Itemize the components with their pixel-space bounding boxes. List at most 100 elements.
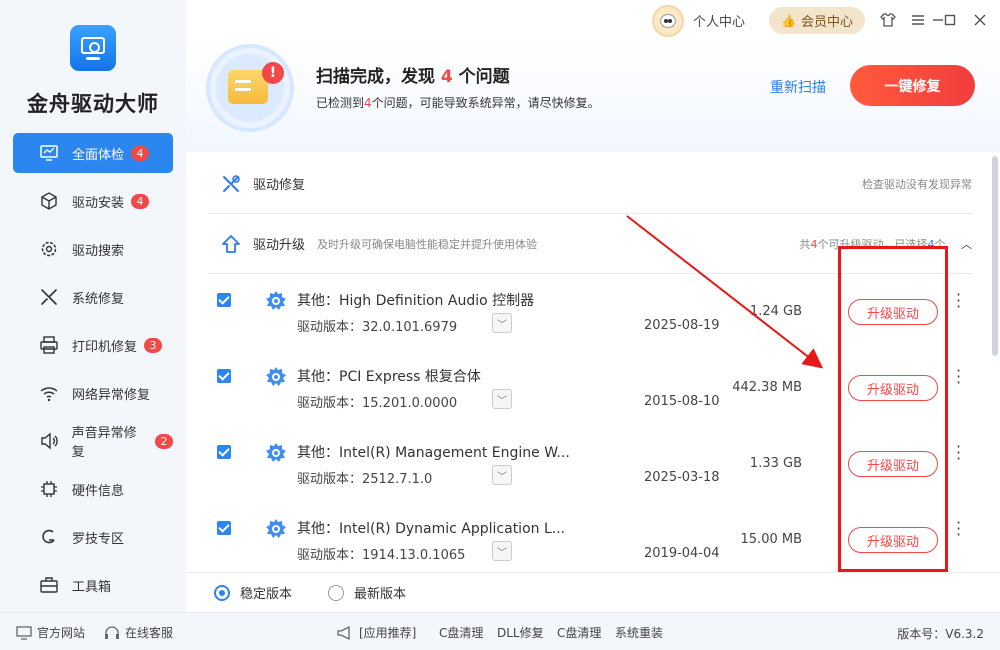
logitech-icon [38,526,60,548]
driver-date: 2025-08-19 [644,318,720,333]
skin-icon[interactable] [878,10,898,30]
user-center-link[interactable]: 个人中心 [693,11,745,30]
maximize-icon[interactable] [940,10,960,30]
footer-link-label: DLL修复 [497,626,544,640]
driver-name: 其他：Intel(R) Dynamic Application L... [297,521,566,537]
driver-upgrade-subtitle: 及时升级可确保电脑性能稳定并提升使用体验 [317,237,538,251]
driver-version: 驱动版本：1914.13.0.1065 [297,548,466,563]
version-dropdown-chevron-icon[interactable]: ﹀ [492,465,512,485]
footer-link-c-clean[interactable]: C盘清理 [439,624,483,641]
sidebar-item-0[interactable]: 全面体检 4 [13,133,173,173]
driver-size: 1.33 GB [749,456,802,471]
footer-link-label: C盘清理 [557,626,602,640]
sidebar-item-label: 系统修复 [72,291,125,307]
driver-repair-title: 驱动修复 [253,178,306,193]
sidebar-item-label: 打印机修复 [72,339,138,355]
scan-description: 已检测到4个问题，可能导致系统异常，请尽快修复。 [316,96,600,110]
footer-link-system-reinstall[interactable]: 系统重装 [615,624,663,641]
count-badge: 4 [131,193,150,209]
scrollbar[interactable] [992,156,998,356]
driver-checkbox[interactable] [217,521,231,535]
footer-link-label: 系统重装 [615,626,664,640]
sidebar-item-8[interactable]: 罗技专区 [13,517,173,557]
driver-date: 2019-04-04 [644,546,720,561]
driver-gear-icon [265,366,287,388]
version-options: 稳定版本 最新版本 [186,572,1000,612]
gear-search-icon [38,238,60,260]
sidebar-item-label: 工具箱 [72,579,112,595]
megaphone-icon [337,625,350,640]
vip-center-button[interactable]: 👍 会员中心 [769,7,865,34]
sidebar-item-7[interactable]: 硬件信息 [13,469,173,509]
sidebar-item-label: 网络异常修复 [72,387,151,403]
count-badge: 2 [155,433,173,449]
driver-checkbox[interactable] [217,369,231,383]
sidebar-item-label: 全面体检 [72,147,125,163]
sidebar-item-1[interactable]: 驱动安装 4 [13,181,173,221]
driver-size: 442.38 MB [732,380,802,395]
version-number: 版本号：V6.3.2 [897,627,984,641]
menu-icon[interactable] [908,10,928,30]
more-options-icon[interactable]: · · · [956,515,962,543]
avatar[interactable] [652,5,684,37]
latest-version-radio[interactable] [328,584,345,601]
footer-link-dll-repair[interactable]: DLL修复 [497,624,544,641]
app-recommend: [应用推荐] [336,624,416,641]
sidebar-item-2[interactable]: 驱动搜索 [13,229,173,269]
version-dropdown-chevron-icon[interactable]: ﹀ [492,541,512,561]
sidebar-item-4[interactable]: 打印机修复 3 [13,325,173,365]
vip-label: 会员中心 [800,15,853,30]
version-dropdown-chevron-icon[interactable]: ﹀ [492,313,512,333]
sidebar: 金舟驱动大师 全面体检 4 驱动安装 4 驱动搜索系统修复打印机修复 3 网络异常修复声音异… [0,0,186,612]
stable-version-radio[interactable] [214,584,230,601]
more-options-icon[interactable]: · · · [956,363,962,391]
chevron-up-icon[interactable]: ︿ [961,238,972,251]
sidebar-item-9[interactable]: 工具箱 [13,565,173,605]
scan-report-icon: ! [206,44,294,132]
sidebar-item-label: 驱动安装 [72,195,125,211]
online-support-link[interactable]: 在线客服 [104,624,173,641]
app-logo-icon [70,25,116,71]
driver-version: 驱动版本：15.201.0.0000 [297,396,458,411]
driver-size: 1.24 GB [749,304,802,319]
count-badge: 3 [144,337,163,353]
rescan-link[interactable]: 重新扫描 [770,77,826,97]
driver-date: 2015-08-10 [644,394,720,409]
driver-gear-icon [265,442,287,464]
close-icon[interactable] [970,10,990,30]
driver-version: 驱动版本：2512.7.1.0 [297,472,433,487]
driver-upgrade-title: 驱动升级 [253,238,306,253]
more-options-icon[interactable]: · · · [956,439,962,467]
official-site-label: 官方网站 [37,626,86,640]
sidebar-item-label: 硬件信息 [72,483,125,499]
sidebar-item-5[interactable]: 网络异常修复 [13,373,173,413]
app-recommend-label: [应用推荐] [359,626,417,640]
upgrade-buttons-highlight [838,246,948,572]
sidebar-item-label: 罗技专区 [72,531,125,547]
scan-title: 扫描完成，发现 4 个问题 [316,67,510,87]
driver-repair-status: 检查驱动没有发现异常 [862,177,972,191]
sidebar-item-6[interactable]: 声音异常修复 2 [13,421,173,461]
official-site-link[interactable]: 官方网站 [16,624,85,641]
driver-date: 2025-03-18 [644,470,720,485]
driver-repair-section: 驱动修复 检查驱动没有发现异常 [208,154,972,214]
stable-version-label: 稳定版本 [240,587,293,602]
printer-icon [38,334,60,356]
app-title: 金舟驱动大师 [27,92,159,116]
sidebar-item-3[interactable]: 系统修复 [13,277,173,317]
version-dropdown-chevron-icon[interactable]: ﹀ [492,389,512,409]
fix-all-button[interactable]: 一键修复 [850,65,975,106]
driver-checkbox[interactable] [217,293,231,307]
status-bar: 官方网站 在线客服 [应用推荐] C盘清理 DLL修复 C盘清理 系统重装 版本… [0,612,1000,650]
footer-link-c-clean-2[interactable]: C盘清理 [557,624,601,641]
title-bar: 个人中心 👍 会员中心 [186,0,1000,40]
toolbox-icon [38,574,60,596]
count-badge: 4 [131,145,150,161]
driver-name: 其他：Intel(R) Management Engine W... [297,445,570,461]
latest-version-label: 最新版本 [354,587,407,602]
driver-checkbox[interactable] [217,445,231,459]
tools-icon [38,286,60,308]
sidebar-nav: 全面体检 4 驱动安装 4 驱动搜索系统修复打印机修复 3 网络异常修复声音异常修复 2 硬件信… [13,133,173,613]
wifi-icon [38,382,60,404]
more-options-icon[interactable]: · · · [956,287,962,315]
